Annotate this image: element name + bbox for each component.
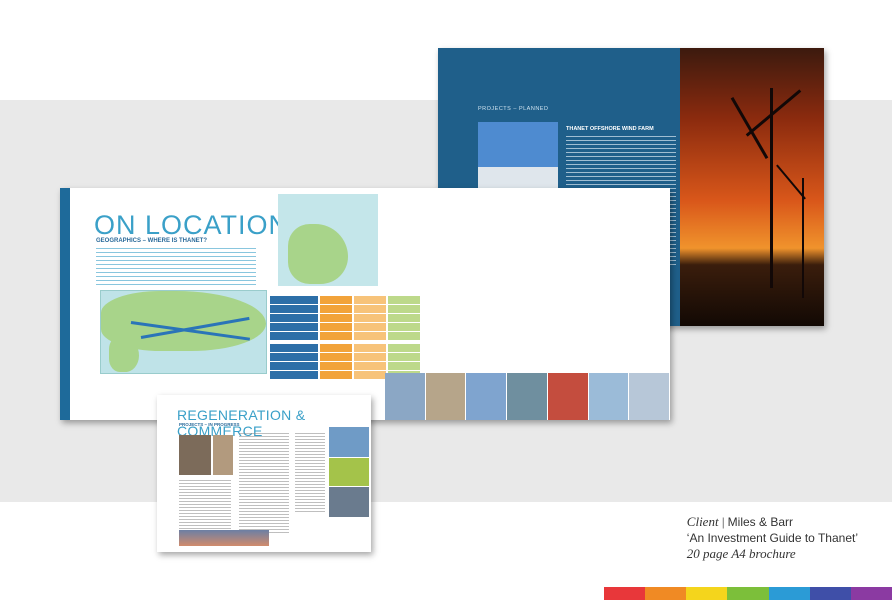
photo-strip — [385, 373, 670, 420]
on-location-title: ON LOCATION — [94, 210, 290, 240]
text-block — [179, 480, 231, 535]
rainbow-segment — [768, 587, 810, 600]
client-label: Client — [686, 514, 719, 529]
project-caption: Client | Miles & Barr ‘An Investment Gui… — [687, 514, 858, 562]
turbine-blade — [745, 89, 802, 137]
regional-map — [100, 290, 267, 374]
photo — [329, 458, 369, 486]
photo — [329, 487, 369, 517]
section-label: PROJECTS – PLANNED — [478, 106, 549, 112]
brochure-spread-regeneration: REGENERATION & COMMERCE PROJECTS – IN PR… — [157, 395, 371, 552]
sunset-turbines-photo — [680, 48, 824, 326]
project-title: ‘An Investment Guide to Thanet’ — [686, 531, 858, 545]
text-block — [295, 433, 325, 513]
brochure-spread-on-location: ON LOCATION GEOGRAPHICS – WHERE IS THANE… — [60, 188, 670, 420]
turbine-blade — [730, 96, 769, 160]
photo — [179, 435, 211, 475]
land-area — [288, 224, 348, 284]
photo — [213, 435, 233, 475]
photo-tile — [547, 373, 588, 420]
photo-tile — [466, 373, 507, 420]
client-line: Client | Miles & Barr — [687, 514, 858, 530]
project-format: 20 page A4 brochure — [686, 546, 796, 561]
photo — [329, 427, 369, 457]
photo-tile — [588, 373, 629, 420]
rainbow-segment — [645, 587, 687, 600]
rainbow-segment — [850, 587, 892, 600]
photo-tile — [507, 373, 547, 420]
intro-text-block — [96, 248, 256, 286]
blue-side-bar — [60, 188, 70, 420]
rainbow-bar — [604, 587, 892, 600]
projects-subheading: PROJECTS – IN PROGRESS — [179, 422, 240, 427]
photo — [179, 530, 269, 546]
rainbow-segment — [604, 587, 646, 600]
photo-tile — [629, 373, 670, 420]
text-block — [239, 433, 289, 533]
rainbow-segment — [686, 587, 728, 600]
caption-separator: | — [721, 514, 725, 529]
turbine-tower — [770, 88, 773, 288]
rainbow-segment — [727, 587, 769, 600]
local-map — [278, 194, 378, 286]
land-area — [109, 336, 139, 372]
wind-farm-heading: THANET OFFSHORE WIND FARM — [566, 126, 654, 132]
photo-tile — [425, 373, 466, 420]
rainbow-segment — [809, 587, 851, 600]
client-name: Miles & Barr — [727, 515, 794, 529]
photo-tile — [385, 373, 425, 420]
geographics-subheading: GEOGRAPHICS – WHERE IS THANET? — [96, 238, 208, 244]
